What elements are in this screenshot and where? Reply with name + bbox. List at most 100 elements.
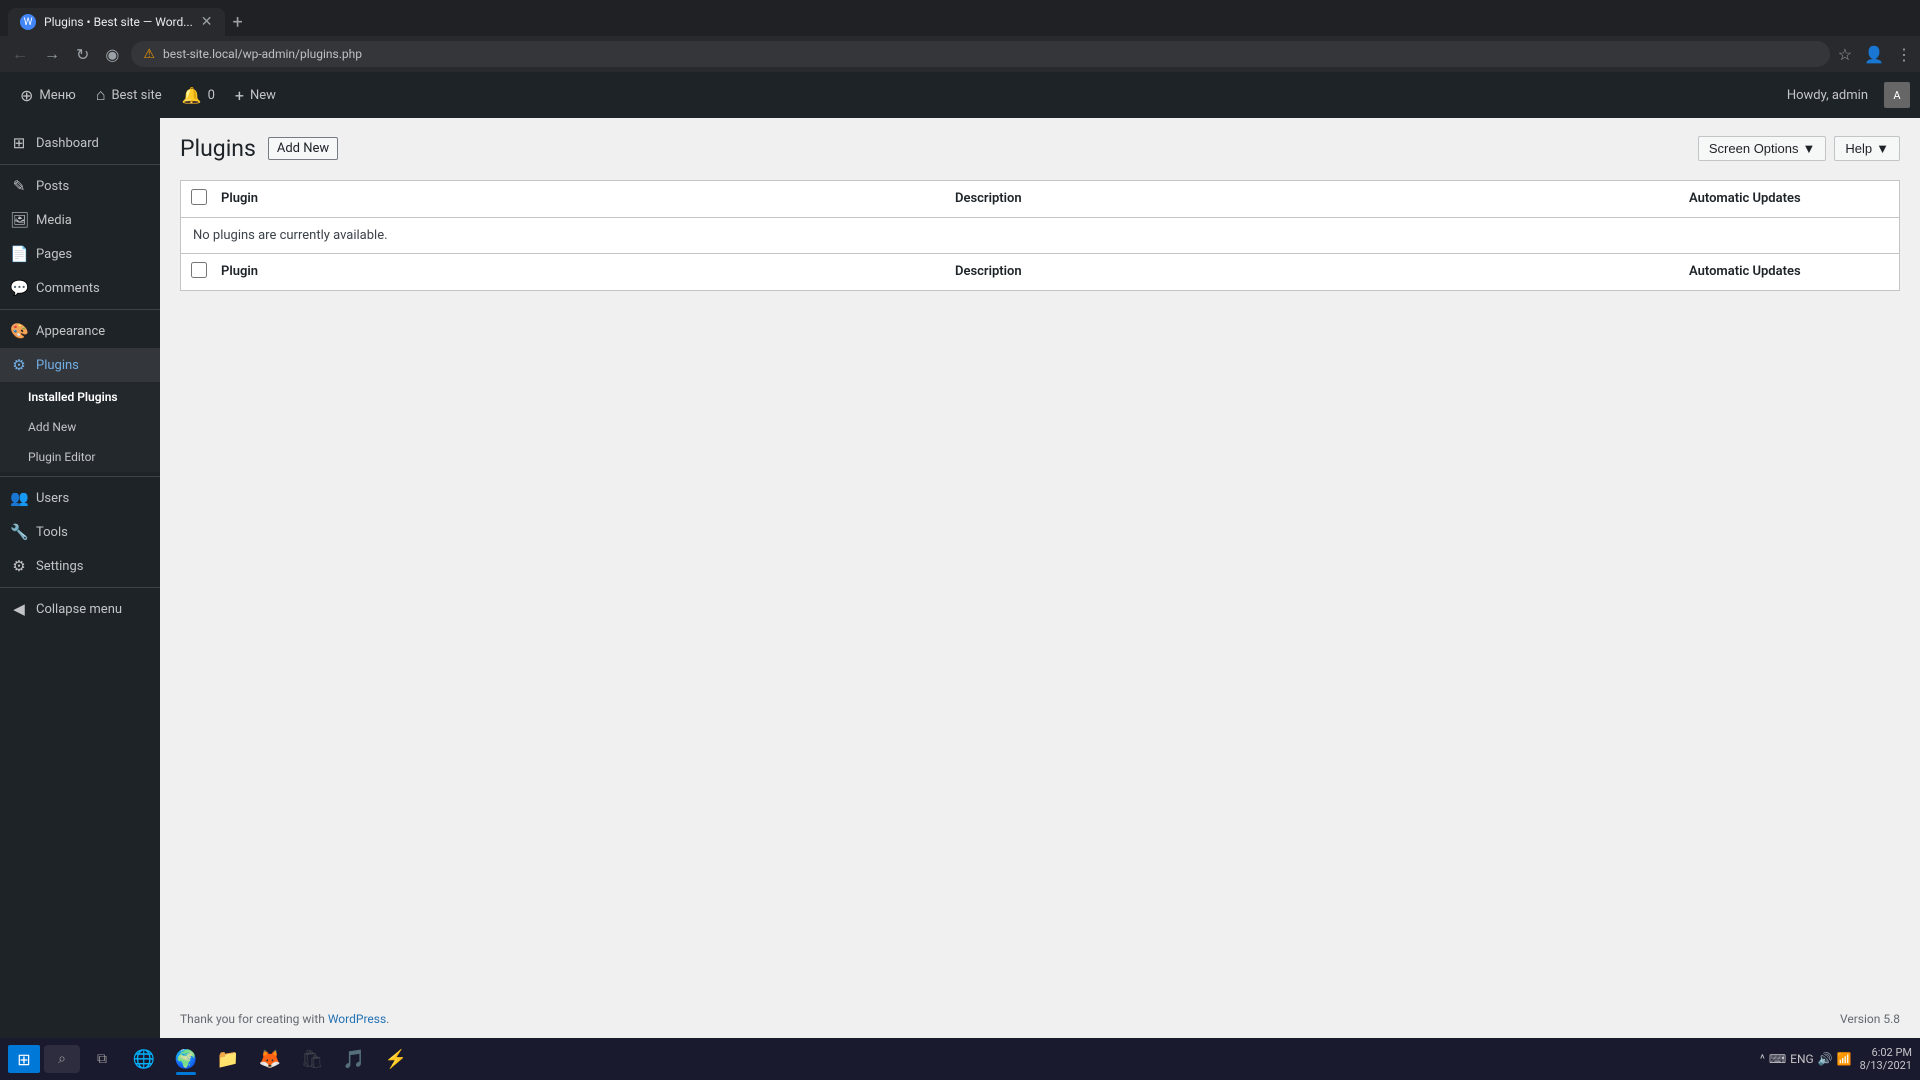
footer-left: Thank you for creating with WordPress. — [180, 1012, 389, 1026]
sidebar-item-dashboard[interactable]: ⊞ Dashboard — [0, 126, 160, 160]
sidebar-item-users[interactable]: 👥 Users — [0, 481, 160, 515]
sidebar-item-posts[interactable]: ✎ Posts — [0, 169, 160, 203]
dashboard-icon: ⊞ — [10, 134, 28, 152]
footer-thank-you: Thank you for creating with — [180, 1012, 325, 1026]
sidebar-label-users: Users — [36, 491, 69, 506]
taskbar-app-terminal[interactable]: ⚡ — [376, 1041, 416, 1077]
forward-button[interactable]: → — [40, 40, 64, 68]
taskbar-app-store[interactable]: 🛍 — [292, 1041, 332, 1077]
sidebar-item-media[interactable]: 🖼 Media — [0, 203, 160, 237]
footer-checkbox-cell — [191, 262, 221, 282]
language-label: ENG — [1790, 1052, 1814, 1066]
admin-bar-site[interactable]: ⌂ Best site — [86, 72, 172, 118]
sidebar-item-collapse[interactable]: ◀ Collapse menu — [0, 592, 160, 626]
screen-options-label: Screen Options — [1709, 141, 1799, 156]
admin-bar-new[interactable]: + New — [225, 72, 286, 118]
sidebar-label-dashboard: Dashboard — [36, 136, 99, 151]
address-text: best-site.local/wp-admin/plugins.php — [163, 47, 1818, 61]
reload-button[interactable]: ↻ — [72, 41, 93, 68]
table-header-row: Plugin Description Automatic Updates — [181, 181, 1899, 218]
howdy-text: Howdy, admin — [1777, 88, 1878, 103]
footer-version: Version 5.8 — [1840, 1012, 1900, 1026]
task-view-button[interactable]: ⧉ — [84, 1045, 120, 1073]
content-area: Plugins Add New Screen Options ▼ Help ▼ — [160, 118, 1920, 1080]
help-button[interactable]: Help ▼ — [1834, 136, 1900, 161]
active-tab[interactable]: W Plugins • Best site — Word... ✕ — [8, 8, 225, 36]
sidebar-label-comments: Comments — [36, 281, 100, 296]
header-checkbox-cell — [191, 189, 221, 209]
volume-icon[interactable]: 🔊 — [1818, 1052, 1833, 1066]
plugins-section: Plugin Description Automatic Updates No … — [160, 164, 1920, 307]
help-label: Help — [1845, 141, 1872, 156]
plugins-icon: ⚙ — [10, 356, 28, 374]
sidebar-item-settings[interactable]: ⚙ Settings — [0, 549, 160, 583]
sidebar-item-plugin-editor[interactable]: Plugin Editor — [0, 442, 160, 472]
screen-options-button[interactable]: Screen Options ▼ — [1698, 136, 1826, 161]
taskbar-app-edge[interactable]: 🌐 — [124, 1041, 164, 1077]
back-button[interactable]: ← — [8, 40, 32, 68]
new-tab-button[interactable]: + — [233, 12, 243, 33]
browser-tabs: W Plugins • Best site — Word... ✕ + — [0, 0, 1920, 36]
network-icon[interactable]: 📶 — [1837, 1052, 1852, 1066]
sidebar-item-plugins[interactable]: ⚙ Plugins — [0, 348, 160, 382]
admin-bar-wp-logo[interactable]: ⊕ Меню — [10, 72, 86, 118]
profile-icon[interactable]: 👤 — [1864, 45, 1884, 64]
updates-count: 0 — [208, 88, 215, 103]
appearance-icon: 🎨 — [10, 322, 28, 340]
table-empty-message: No plugins are currently available. — [181, 218, 1899, 254]
tab-close-icon[interactable]: ✕ — [201, 15, 213, 29]
page-title: Plugins — [180, 134, 256, 164]
site-icon: ⌂ — [96, 85, 106, 105]
sidebar-item-tools[interactable]: 🔧 Tools — [0, 515, 160, 549]
footer-wordpress-link[interactable]: WordPress — [328, 1012, 386, 1026]
collapse-icon: ◀ — [10, 600, 28, 618]
sidebar-item-installed-plugins[interactable]: Installed Plugins — [0, 382, 160, 412]
sidebar-label-tools: Tools — [36, 525, 68, 540]
col-header-description: Description — [955, 191, 1689, 206]
new-icon: + — [235, 86, 244, 105]
users-icon: 👥 — [10, 489, 28, 507]
taskbar-app-chrome[interactable]: 🌍 — [166, 1041, 206, 1077]
menu-label: Меню — [39, 88, 75, 103]
sidebar-label-settings: Settings — [36, 559, 83, 574]
taskbar-app-music[interactable]: 🎵 — [334, 1041, 374, 1077]
wp-footer: Thank you for creating with WordPress. V… — [160, 1000, 1920, 1038]
page-title-area: Plugins Add New — [180, 134, 338, 164]
plugins-table: Plugin Description Automatic Updates No … — [180, 180, 1900, 291]
start-button[interactable]: ⊞ — [8, 1045, 40, 1073]
taskbar-app-explorer[interactable]: 📁 — [208, 1041, 248, 1077]
add-new-plugin-label: Add New — [28, 420, 76, 434]
sidebar-item-pages[interactable]: 📄 Pages — [0, 237, 160, 271]
taskbar-right: ^ ⌨ ENG 🔊 📶 6:02 PM 8/13/2021 — [1760, 1046, 1912, 1072]
sidebar-divider-2 — [0, 309, 160, 310]
admin-bar-updates[interactable]: 🔔 0 — [172, 72, 225, 118]
select-all-checkbox[interactable] — [191, 189, 207, 205]
sidebar-item-add-new-plugin[interactable]: Add New — [0, 412, 160, 442]
col-header-plugin: Plugin — [221, 191, 955, 206]
browser-toolbar: ← → ↻ ◉ ⚠ best-site.local/wp-admin/plugi… — [0, 36, 1920, 72]
add-new-button[interactable]: Add New — [268, 137, 338, 160]
installed-plugins-label: Installed Plugins — [28, 390, 118, 404]
sidebar-item-comments[interactable]: 💬 Comments — [0, 271, 160, 305]
settings-icon: ⚙ — [10, 557, 28, 575]
site-name: Best site — [111, 88, 161, 103]
extensions-button[interactable]: ◉ — [101, 41, 123, 68]
taskbar-app-firefox[interactable]: 🦊 — [250, 1041, 290, 1077]
bookmark-icon[interactable]: ☆ — [1838, 45, 1852, 64]
admin-avatar[interactable]: A — [1884, 82, 1910, 108]
sidebar-divider-3 — [0, 476, 160, 477]
tab-favicon: W — [20, 14, 36, 30]
select-all-footer-checkbox[interactable] — [191, 262, 207, 278]
sidebar-submenu-plugins: Installed Plugins Add New Plugin Editor — [0, 382, 160, 472]
admin-bar-right: Howdy, admin A — [1777, 82, 1910, 108]
main-layout: ⊞ Dashboard ✎ Posts 🖼 Media 📄 Pages 💬 Co… — [0, 118, 1920, 1080]
sidebar-label-appearance: Appearance — [36, 324, 105, 339]
more-icon[interactable]: ⋮ — [1896, 45, 1912, 64]
chevron-up-icon[interactable]: ^ — [1760, 1052, 1765, 1066]
new-label: New — [250, 88, 276, 103]
address-bar[interactable]: ⚠ best-site.local/wp-admin/plugins.php — [131, 41, 1829, 67]
search-button[interactable]: ⌕ — [44, 1045, 80, 1073]
sidebar-item-appearance[interactable]: 🎨 Appearance — [0, 314, 160, 348]
keyboard-icon: ⌨ — [1769, 1052, 1786, 1066]
pages-icon: 📄 — [10, 245, 28, 263]
